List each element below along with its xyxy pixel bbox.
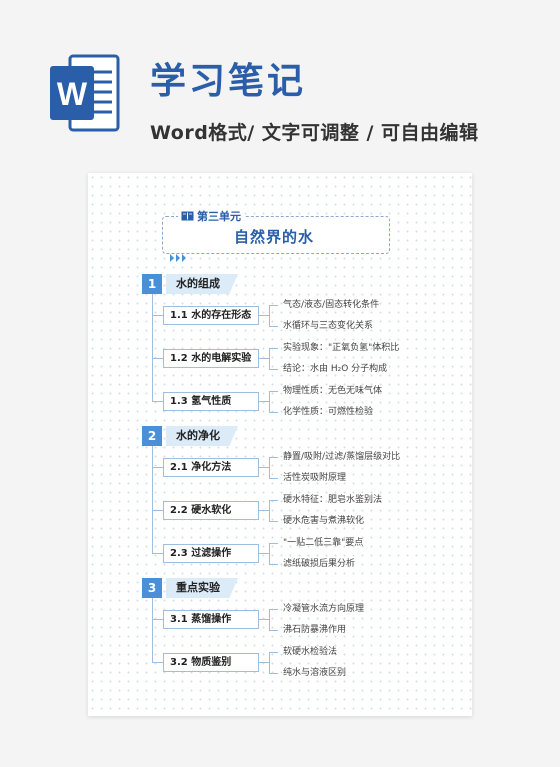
leaf-item: 硬水特征：肥皂水鉴别法 xyxy=(283,495,383,505)
subtopic-label: 1.3 氢气性质 xyxy=(170,396,232,407)
leaf-item: 冷凝管水流方向原理 xyxy=(283,604,365,614)
section-connector xyxy=(152,446,153,553)
leaf-item: 实验现象："正氧负氢"体积比 xyxy=(283,343,400,353)
leaf-connector xyxy=(258,553,269,554)
unit-title: 自然界的水 xyxy=(234,228,315,246)
unit-tag-label: 第三单元 xyxy=(197,210,241,223)
sub-connector xyxy=(152,619,163,620)
leaf-tick xyxy=(269,673,278,674)
leaf-connector xyxy=(258,467,269,468)
leaf-tick xyxy=(269,630,278,631)
leaf-branch xyxy=(269,305,270,326)
header: W 学习笔记 Word格式/ 文字可调整 / 可自由编辑 xyxy=(0,0,560,160)
subtopic-label: 1.1 水的存在形态 xyxy=(170,310,252,321)
leaf-tick xyxy=(269,305,278,306)
leaf-branch xyxy=(269,348,270,369)
triple-arrow-icon xyxy=(170,254,186,262)
leaf-item: 结论：水由 H₂O 分子构成 xyxy=(283,364,388,374)
leaf-tick xyxy=(269,652,278,653)
sub-connector xyxy=(152,510,163,511)
section-number: 1 xyxy=(142,274,162,294)
leaf-tick xyxy=(269,500,278,501)
leaf-tick xyxy=(269,391,278,392)
leaf-tick xyxy=(269,369,278,370)
leaf-connector xyxy=(258,510,269,511)
leaf-tick xyxy=(269,564,278,565)
leaf-item: "一贴二低三靠"要点 xyxy=(283,538,364,548)
leaf-item: 水循环与三态变化关系 xyxy=(283,321,374,331)
section-label: 水的组成 xyxy=(176,277,220,290)
leaf-branch xyxy=(269,652,270,673)
leaf-tick xyxy=(269,478,278,479)
sub-connector xyxy=(152,358,163,359)
sub-connector xyxy=(152,662,163,663)
leaf-connector xyxy=(258,662,269,663)
leaf-branch xyxy=(269,391,270,412)
leaf-connector xyxy=(258,401,269,402)
leaf-item: 滤纸破损后果分析 xyxy=(283,559,356,569)
leaf-branch xyxy=(269,543,270,564)
section-number: 2 xyxy=(142,426,162,446)
section-label: 重点实验 xyxy=(176,581,220,594)
section-label: 水的净化 xyxy=(176,429,220,442)
section-connector xyxy=(152,294,153,401)
sub-connector xyxy=(152,467,163,468)
leaf-tick xyxy=(269,412,278,413)
leaf-tick xyxy=(269,543,278,544)
sub-connector xyxy=(152,401,163,402)
leaf-tick xyxy=(269,521,278,522)
unit-tag: 第三单元 xyxy=(178,208,244,224)
leaf-tick xyxy=(269,348,278,349)
subtopic-label: 1.2 水的电解实验 xyxy=(170,353,252,364)
leaf-connector xyxy=(258,358,269,359)
leaf-item: 气态/液态/固态转化条件 xyxy=(283,300,380,310)
leaf-branch xyxy=(269,609,270,630)
subtopic-label: 3.1 蒸馏操作 xyxy=(170,614,232,625)
leaf-item: 硬水危害与煮沸软化 xyxy=(283,516,365,526)
page-title: 学习笔记 xyxy=(150,61,307,102)
leaf-item: 沸石防暴沸作用 xyxy=(283,625,347,635)
leaf-item: 软硬水检验法 xyxy=(283,647,338,657)
word-icon: W xyxy=(50,54,120,132)
subtopic-label: 2.3 过滤操作 xyxy=(170,548,232,559)
leaf-item: 活性炭吸附原理 xyxy=(283,473,347,483)
subtopic-label: 2.2 硬水软化 xyxy=(170,505,232,516)
leaf-branch xyxy=(269,457,270,478)
leaf-tick xyxy=(269,326,278,327)
sub-connector xyxy=(152,553,163,554)
section-connector xyxy=(152,598,153,662)
leaf-branch xyxy=(269,500,270,521)
leaf-item: 化学性质：可燃性检验 xyxy=(283,407,374,417)
leaf-item: 静置/吸附/过滤/蒸馏层级对比 xyxy=(283,452,401,462)
page-subtitle: Word格式/ 文字可调整 / 可自由编辑 xyxy=(150,122,479,144)
leaf-connector xyxy=(258,315,269,316)
section-number: 3 xyxy=(142,578,162,598)
leaf-item: 物理性质：无色无味气体 xyxy=(283,386,383,396)
leaf-tick xyxy=(269,457,278,458)
leaf-tick xyxy=(269,609,278,610)
leaf-item: 纯水与溶液区别 xyxy=(283,668,347,678)
subtopic-label: 3.2 物质鉴别 xyxy=(170,657,232,668)
subtopic-label: 2.1 净化方法 xyxy=(170,462,232,473)
sub-connector xyxy=(152,315,163,316)
svg-text:W: W xyxy=(57,76,88,112)
book-icon xyxy=(181,211,194,221)
leaf-connector xyxy=(258,619,269,620)
